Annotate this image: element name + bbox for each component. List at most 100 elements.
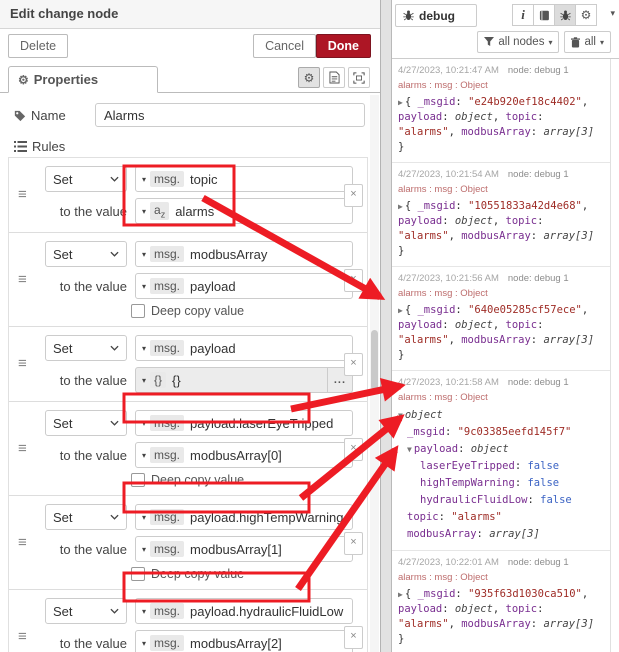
rule-row: ≡Set▾msg.modbusArrayto the value▾msg.pay… (9, 233, 367, 327)
done-button[interactable]: Done (316, 34, 371, 58)
action-select[interactable]: Set (45, 166, 127, 192)
message-body: ▼object_msgid: "9c03385eefd145f7"▼payloa… (398, 407, 606, 543)
message-topic-meta: alarms : msg : Object (398, 572, 606, 583)
message-body: ▶{ _msgid: "10551833a42d4e68", payload: … (398, 199, 606, 259)
delete-button[interactable]: Delete (8, 34, 68, 58)
delete-rule-button[interactable]: × (344, 353, 363, 376)
collapse-caret-icon[interactable]: ▼ (398, 411, 403, 420)
delete-rule-button[interactable]: × (344, 626, 363, 649)
sidebar-menu-caret[interactable]: ▾ (610, 8, 615, 19)
debug-header: debug i ⚙ ▾ all nodes ▾ all ▾ (392, 0, 619, 59)
value-field[interactable]: ▾{}{}... (135, 367, 353, 393)
appearance-view-button[interactable] (348, 67, 370, 88)
description-view-button[interactable] (323, 67, 345, 88)
string-type-icon: az (150, 202, 169, 220)
property-field[interactable]: ▾msg.modbusArray (135, 241, 353, 267)
typed-input-caret-icon[interactable]: ▾ (136, 419, 150, 428)
delete-rule-button[interactable]: × (344, 269, 363, 292)
typed-input-caret-icon[interactable]: ▾ (136, 513, 150, 522)
typed-input-caret-icon[interactable]: ▾ (136, 282, 150, 291)
value-field[interactable]: ▾msg.modbusArray[2] (135, 630, 353, 652)
typed-input-value: payload.laserEyeTripped (190, 416, 333, 431)
msg-type-chip: msg. (150, 509, 184, 525)
properties-view-button[interactable]: ⚙ (298, 67, 320, 88)
info-tab-button[interactable]: i (512, 4, 534, 26)
property-field[interactable]: ▾msg.payload.highTempWarning (135, 504, 353, 530)
tab-debug[interactable]: debug (395, 4, 477, 27)
deep-copy-checkbox[interactable] (131, 473, 145, 487)
deep-copy-checkbox[interactable] (131, 304, 145, 318)
message-timestamp: 4/27/2023, 10:21:47 AMnode: debug 1 (398, 65, 606, 76)
collapse-caret-icon[interactable]: ▼ (407, 445, 412, 454)
clear-messages-label: all (584, 36, 596, 48)
drag-handle-icon[interactable]: ≡ (18, 271, 27, 288)
expand-caret-icon[interactable]: ▶ (398, 202, 403, 211)
drag-handle-icon[interactable]: ≡ (18, 628, 27, 645)
drag-handle-icon[interactable]: ≡ (18, 186, 27, 203)
tab-properties[interactable]: ⚙Properties (8, 66, 158, 93)
action-select[interactable]: Set (45, 598, 127, 624)
drag-handle-icon[interactable]: ≡ (18, 534, 27, 551)
typed-input-caret-icon[interactable]: ▾ (136, 376, 150, 385)
action-select-value: Set (53, 510, 73, 525)
action-select[interactable]: Set (45, 504, 127, 530)
delete-rule-button[interactable]: × (344, 532, 363, 555)
action-select[interactable]: Set (45, 241, 127, 267)
action-select[interactable]: Set (45, 410, 127, 436)
trash-icon (571, 37, 580, 48)
scrollbar-thumb[interactable] (371, 330, 378, 390)
property-field[interactable]: ▾msg.payload.hydraulicFluidLow (135, 598, 353, 624)
action-select[interactable]: Set (45, 335, 127, 361)
typed-input-caret-icon[interactable]: ▾ (136, 344, 150, 353)
property-field[interactable]: ▾msg.topic (135, 166, 353, 192)
property-field[interactable]: ▾msg.payload (135, 335, 353, 361)
debug-filter-row: all nodes ▾ all ▾ (477, 31, 611, 53)
typed-input-caret-icon[interactable]: ▾ (136, 207, 150, 216)
delete-rule-button[interactable]: × (344, 438, 363, 461)
value-field[interactable]: ▾az alarms (135, 198, 353, 224)
filter-nodes-button[interactable]: all nodes ▾ (477, 31, 559, 53)
name-input[interactable] (95, 103, 365, 127)
info-icon: i (521, 7, 525, 23)
drag-handle-icon[interactable]: ≡ (18, 355, 27, 372)
message-body: ▶{ _msgid: "640e05285cf57ece", payload: … (398, 303, 606, 363)
delete-rule-button[interactable]: × (344, 184, 363, 207)
msg-type-chip: msg. (150, 278, 184, 294)
typed-input-caret-icon[interactable]: ▾ (136, 250, 150, 259)
typed-input-caret-icon[interactable]: ▾ (136, 451, 150, 460)
message-body: ▶{ _msgid: "935f63d1030ca510", payload: … (398, 587, 606, 647)
value-field[interactable]: ▾msg.payload (135, 273, 353, 299)
chevron-down-icon (110, 420, 119, 426)
typed-input-value: {} (172, 373, 181, 388)
debug-tab-button[interactable] (554, 4, 576, 26)
msg-type-chip: msg. (150, 415, 184, 431)
typed-input-caret-icon[interactable]: ▾ (136, 607, 150, 616)
bug-icon (403, 10, 414, 21)
typed-input-value: modbusArray (190, 247, 267, 262)
drag-handle-icon[interactable]: ≡ (18, 440, 27, 457)
help-tab-button[interactable] (533, 4, 555, 26)
expand-caret-icon[interactable]: ▶ (398, 590, 403, 599)
action-select-value: Set (53, 341, 73, 356)
to-value-label: to the value (45, 636, 135, 651)
value-field[interactable]: ▾msg.modbusArray[0] (135, 442, 353, 468)
to-value-label: to the value (45, 373, 135, 388)
gear-icon: ⚙ (18, 73, 29, 87)
expand-caret-icon[interactable]: ▶ (398, 98, 403, 107)
tab-debug-label: debug (419, 9, 455, 23)
typed-input-caret-icon[interactable]: ▾ (136, 545, 150, 554)
value-field[interactable]: ▾msg.modbusArray[1] (135, 536, 353, 562)
chevron-down-icon (110, 345, 119, 351)
deep-copy-checkbox[interactable] (131, 567, 145, 581)
chevron-down-icon (110, 251, 119, 257)
property-field[interactable]: ▾msg. payload.laserEyeTripped (135, 410, 353, 436)
cancel-button[interactable]: Cancel (253, 34, 316, 58)
typed-input-value: alarms (175, 204, 214, 219)
expand-caret-icon[interactable]: ▶ (398, 306, 403, 315)
deep-copy-label: Deep copy value (151, 304, 244, 318)
clear-messages-button[interactable]: all ▾ (564, 31, 611, 53)
settings-tab-button[interactable]: ⚙ (575, 4, 597, 26)
typed-input-value: modbusArray[0] (190, 448, 282, 463)
typed-input-caret-icon[interactable]: ▾ (136, 175, 150, 184)
typed-input-caret-icon[interactable]: ▾ (136, 639, 150, 648)
